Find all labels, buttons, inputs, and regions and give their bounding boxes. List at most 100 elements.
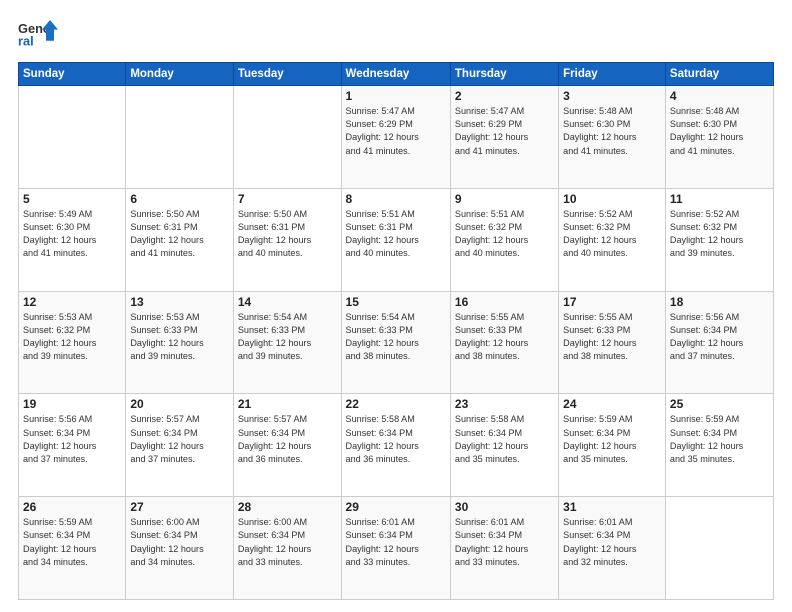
day-cell: 3 Sunrise: 5:48 AMSunset: 6:30 PMDaylight… <box>559 86 666 189</box>
week-row-5: 26 Sunrise: 5:59 AMSunset: 6:34 PMDayligh… <box>19 497 774 600</box>
day-info: Sunrise: 6:00 AMSunset: 6:34 PMDaylight:… <box>130 516 229 569</box>
day-number: 29 <box>346 500 446 514</box>
day-cell: 19 Sunrise: 5:56 AMSunset: 6:34 PMDayligh… <box>19 394 126 497</box>
day-cell: 9Sunrise: 5:51 AMSunset: 6:32 PMDaylight… <box>450 188 558 291</box>
day-number: 20 <box>130 397 229 411</box>
day-number: 15 <box>346 295 446 309</box>
day-info: Sunrise: 5:53 AMSunset: 6:32 PMDaylight:… <box>23 311 121 364</box>
day-number: 13 <box>130 295 229 309</box>
header-thursday: Thursday <box>450 63 558 86</box>
day-info: Sunrise: 5:53 AMSunset: 6:33 PMDaylight:… <box>130 311 229 364</box>
header-tuesday: Tuesday <box>233 63 341 86</box>
header-sunday: Sunday <box>19 63 126 86</box>
day-cell: 15 Sunrise: 5:54 AMSunset: 6:33 PMDayligh… <box>341 291 450 394</box>
day-info: Sunrise: 5:48 AMSunset: 6:30 PMDaylight:… <box>563 105 661 158</box>
day-cell: 30 Sunrise: 6:01 AMSunset: 6:34 PMDayligh… <box>450 497 558 600</box>
day-cell: 27 Sunrise: 6:00 AMSunset: 6:34 PMDayligh… <box>126 497 234 600</box>
day-number: 31 <box>563 500 661 514</box>
day-cell <box>19 86 126 189</box>
day-cell <box>126 86 234 189</box>
calendar-header: SundayMondayTuesdayWednesdayThursdayFrid… <box>19 63 774 86</box>
day-cell: 13 Sunrise: 5:53 AMSunset: 6:33 PMDayligh… <box>126 291 234 394</box>
header-row: SundayMondayTuesdayWednesdayThursdayFrid… <box>19 63 774 86</box>
day-number: 8 <box>346 192 446 206</box>
header-monday: Monday <box>126 63 234 86</box>
day-number: 16 <box>455 295 554 309</box>
week-row-2: 5 Sunrise: 5:49 AMSunset: 6:30 PMDaylight… <box>19 188 774 291</box>
day-info: Sunrise: 6:00 AMSunset: 6:34 PMDaylight:… <box>238 516 337 569</box>
day-cell <box>233 86 341 189</box>
day-number: 1 <box>346 89 446 103</box>
day-cell: 25Sunrise: 5:59 AMSunset: 6:34 PMDayligh… <box>665 394 773 497</box>
day-info: Sunrise: 5:58 AMSunset: 6:34 PMDaylight:… <box>346 413 446 466</box>
day-number: 5 <box>23 192 121 206</box>
day-cell: 21 Sunrise: 5:57 AMSunset: 6:34 PMDayligh… <box>233 394 341 497</box>
day-info: Sunrise: 5:54 AMSunset: 6:33 PMDaylight:… <box>238 311 337 364</box>
day-info: Sunrise: 5:54 AMSunset: 6:33 PMDaylight:… <box>346 311 446 364</box>
week-row-4: 19 Sunrise: 5:56 AMSunset: 6:34 PMDayligh… <box>19 394 774 497</box>
day-cell: 24 Sunrise: 5:59 AMSunset: 6:34 PMDayligh… <box>559 394 666 497</box>
day-info: Sunrise: 5:58 AMSunset: 6:34 PMDaylight:… <box>455 413 554 466</box>
day-info: Sunrise: 5:51 AMSunset: 6:31 PMDaylight:… <box>346 208 446 261</box>
calendar-page: Gene ral SundayMondayTuesdayWednesdayThu… <box>0 0 792 612</box>
day-cell: 7Sunrise: 5:50 AMSunset: 6:31 PMDaylight… <box>233 188 341 291</box>
day-info: Sunrise: 5:57 AMSunset: 6:34 PMDaylight:… <box>130 413 229 466</box>
day-number: 3 <box>563 89 661 103</box>
logo-icon: Gene ral <box>18 18 58 54</box>
day-number: 9 <box>455 192 554 206</box>
day-info: Sunrise: 6:01 AMSunset: 6:34 PMDaylight:… <box>455 516 554 569</box>
day-cell: 18Sunrise: 5:56 AMSunset: 6:34 PMDayligh… <box>665 291 773 394</box>
day-number: 2 <box>455 89 554 103</box>
header: Gene ral <box>18 18 774 54</box>
day-cell: 22 Sunrise: 5:58 AMSunset: 6:34 PMDayligh… <box>341 394 450 497</box>
day-number: 30 <box>455 500 554 514</box>
day-info: Sunrise: 5:52 AMSunset: 6:32 PMDaylight:… <box>563 208 661 261</box>
day-info: Sunrise: 5:48 AMSunset: 6:30 PMDaylight:… <box>670 105 769 158</box>
week-row-3: 12Sunrise: 5:53 AMSunset: 6:32 PMDayligh… <box>19 291 774 394</box>
day-number: 10 <box>563 192 661 206</box>
day-number: 21 <box>238 397 337 411</box>
day-cell: 1 Sunrise: 5:47 AMSunset: 6:29 PMDaylight… <box>341 86 450 189</box>
day-number: 4 <box>670 89 769 103</box>
day-number: 23 <box>455 397 554 411</box>
day-number: 28 <box>238 500 337 514</box>
logo: Gene ral <box>18 18 58 54</box>
day-info: Sunrise: 5:55 AMSunset: 6:33 PMDaylight:… <box>563 311 661 364</box>
day-cell: 6Sunrise: 5:50 AMSunset: 6:31 PMDaylight… <box>126 188 234 291</box>
day-number: 17 <box>563 295 661 309</box>
day-cell: 10 Sunrise: 5:52 AMSunset: 6:32 PMDayligh… <box>559 188 666 291</box>
day-info: Sunrise: 5:47 AMSunset: 6:29 PMDaylight:… <box>346 105 446 158</box>
day-info: Sunrise: 5:56 AMSunset: 6:34 PMDaylight:… <box>23 413 121 466</box>
day-info: Sunrise: 5:55 AMSunset: 6:33 PMDaylight:… <box>455 311 554 364</box>
day-info: Sunrise: 6:01 AMSunset: 6:34 PMDaylight:… <box>563 516 661 569</box>
calendar-body: 1 Sunrise: 5:47 AMSunset: 6:29 PMDaylight… <box>19 86 774 600</box>
day-info: Sunrise: 6:01 AMSunset: 6:34 PMDaylight:… <box>346 516 446 569</box>
day-cell <box>665 497 773 600</box>
day-cell: 8 Sunrise: 5:51 AMSunset: 6:31 PMDaylight… <box>341 188 450 291</box>
day-number: 22 <box>346 397 446 411</box>
day-cell: 12Sunrise: 5:53 AMSunset: 6:32 PMDayligh… <box>19 291 126 394</box>
day-cell: 16 Sunrise: 5:55 AMSunset: 6:33 PMDayligh… <box>450 291 558 394</box>
calendar-table: SundayMondayTuesdayWednesdayThursdayFrid… <box>18 62 774 600</box>
day-cell: 14 Sunrise: 5:54 AMSunset: 6:33 PMDayligh… <box>233 291 341 394</box>
day-cell: 26 Sunrise: 5:59 AMSunset: 6:34 PMDayligh… <box>19 497 126 600</box>
day-number: 11 <box>670 192 769 206</box>
day-info: Sunrise: 5:59 AMSunset: 6:34 PMDaylight:… <box>23 516 121 569</box>
day-number: 19 <box>23 397 121 411</box>
day-info: Sunrise: 5:57 AMSunset: 6:34 PMDaylight:… <box>238 413 337 466</box>
day-number: 7 <box>238 192 337 206</box>
day-number: 27 <box>130 500 229 514</box>
day-cell: 23 Sunrise: 5:58 AMSunset: 6:34 PMDayligh… <box>450 394 558 497</box>
day-info: Sunrise: 5:59 AMSunset: 6:34 PMDaylight:… <box>563 413 661 466</box>
day-number: 24 <box>563 397 661 411</box>
day-cell: 28 Sunrise: 6:00 AMSunset: 6:34 PMDayligh… <box>233 497 341 600</box>
day-cell: 2Sunrise: 5:47 AMSunset: 6:29 PMDaylight… <box>450 86 558 189</box>
day-cell: 20 Sunrise: 5:57 AMSunset: 6:34 PMDayligh… <box>126 394 234 497</box>
day-number: 14 <box>238 295 337 309</box>
day-info: Sunrise: 5:49 AMSunset: 6:30 PMDaylight:… <box>23 208 121 261</box>
day-cell: 31 Sunrise: 6:01 AMSunset: 6:34 PMDayligh… <box>559 497 666 600</box>
day-number: 25 <box>670 397 769 411</box>
day-number: 6 <box>130 192 229 206</box>
day-cell: 17 Sunrise: 5:55 AMSunset: 6:33 PMDayligh… <box>559 291 666 394</box>
day-number: 26 <box>23 500 121 514</box>
